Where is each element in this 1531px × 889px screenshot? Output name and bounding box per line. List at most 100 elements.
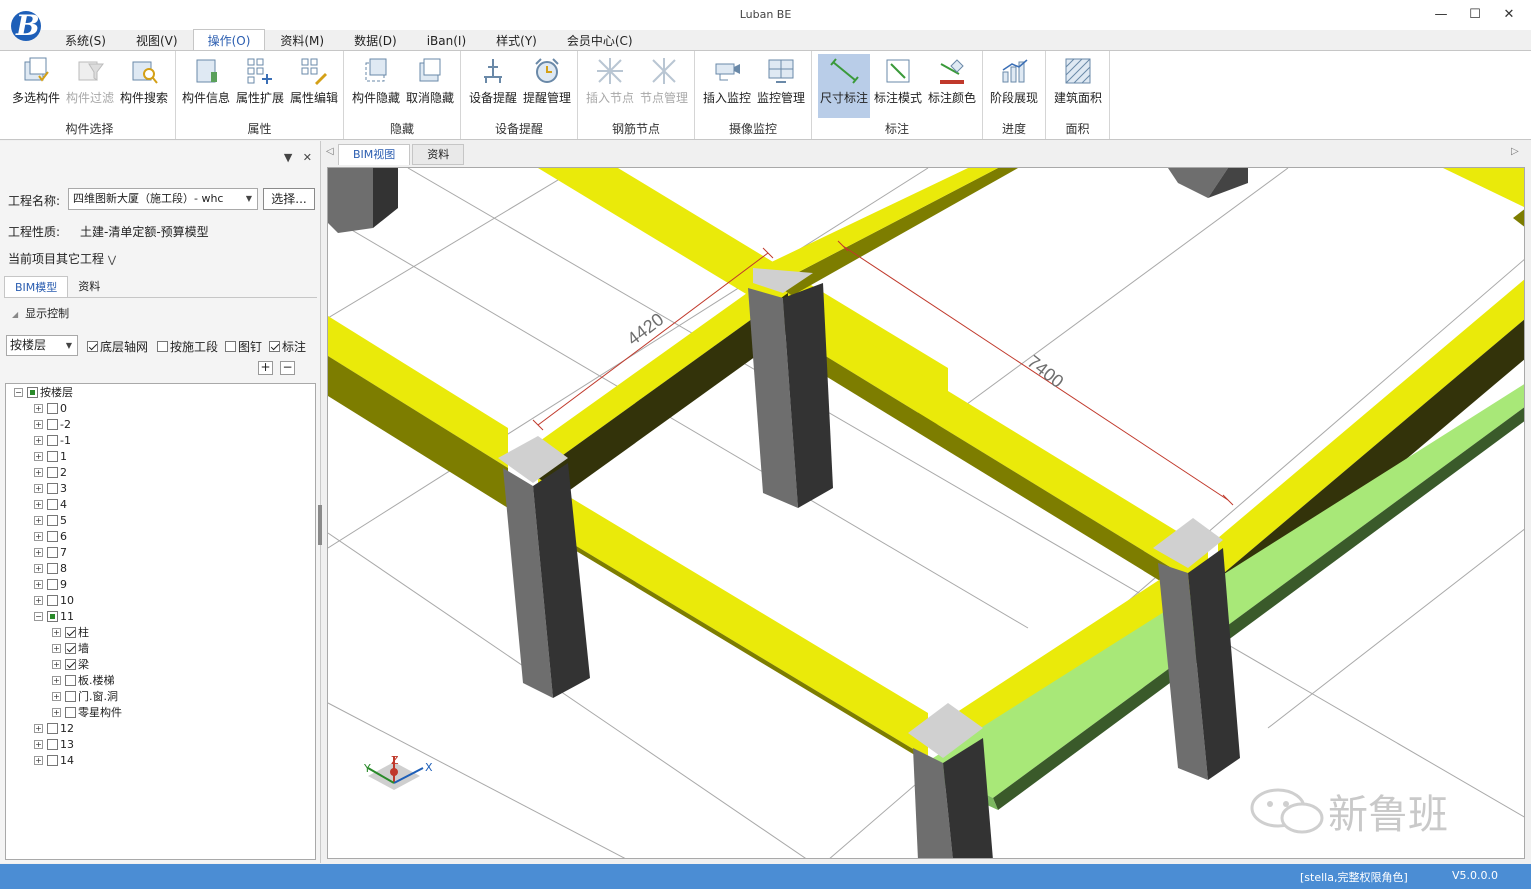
- expand-icon[interactable]: +: [34, 723, 43, 733]
- tree-category[interactable]: + 板.楼梯: [52, 672, 115, 688]
- expand-icon[interactable]: +: [52, 659, 61, 669]
- floor-mode-combo[interactable]: 按楼层 ▼: [6, 335, 78, 356]
- tree-floor[interactable]: +9: [34, 576, 67, 592]
- checkbox-box[interactable]: [47, 546, 58, 558]
- bim-3d-viewport[interactable]: 4420 7400 Z X Y: [327, 167, 1525, 859]
- dimension-color-button[interactable]: 标注颜色: [926, 54, 978, 118]
- tab-scroll-left-icon[interactable]: ◁: [326, 146, 334, 157]
- project-combo[interactable]: 四维图新大厦（施工段）- whc ▼: [68, 188, 258, 210]
- dimension-mode-button[interactable]: 标注模式: [872, 54, 924, 118]
- checkbox-box[interactable]: [65, 674, 76, 686]
- hide-component-button[interactable]: 构件隐藏: [350, 54, 402, 118]
- checkbox-box[interactable]: [47, 514, 58, 526]
- tree-floor[interactable]: +2: [34, 464, 67, 480]
- expand-icon[interactable]: +: [34, 419, 43, 429]
- remind-manage-button[interactable]: 提醒管理: [521, 54, 573, 118]
- component-info-button[interactable]: 构件信息: [180, 54, 232, 118]
- expand-icon[interactable]: +: [34, 451, 43, 461]
- menu-data[interactable]: 数据(D): [339, 29, 412, 51]
- filter-button[interactable]: 构件过滤: [64, 54, 116, 118]
- other-projects-toggle[interactable]: 当前项目其它工程 ⋁: [8, 250, 116, 267]
- tree-floor[interactable]: +7: [34, 544, 67, 560]
- checkbox-box[interactable]: [47, 530, 58, 542]
- tree-floor[interactable]: + -1: [34, 432, 71, 448]
- expand-icon[interactable]: +: [34, 403, 43, 413]
- checkbox-box[interactable]: [65, 642, 76, 654]
- attr-extend-button[interactable]: 属性扩展: [234, 54, 286, 118]
- expand-icon[interactable]: +: [52, 707, 61, 717]
- attr-edit-button[interactable]: 属性编辑: [288, 54, 340, 118]
- tab-material[interactable]: 资料: [68, 276, 110, 298]
- tree-category[interactable]: + 墙: [52, 640, 89, 656]
- expand-icon[interactable]: +: [34, 755, 43, 765]
- panel-dropdown-icon[interactable]: ▼: [284, 151, 292, 164]
- section-checkbox[interactable]: 按施工段: [157, 338, 218, 355]
- checkbox-box[interactable]: [47, 562, 58, 574]
- node-manage-button[interactable]: 节点管理: [638, 54, 690, 118]
- expand-icon[interactable]: +: [34, 563, 43, 573]
- expand-icon[interactable]: +: [34, 739, 43, 749]
- select-project-button[interactable]: 选择...: [263, 188, 315, 210]
- collapse-icon[interactable]: −: [34, 611, 43, 621]
- expand-icon[interactable]: +: [34, 579, 43, 589]
- insert-node-button[interactable]: 插入节点: [584, 54, 636, 118]
- tree-category[interactable]: + 柱: [52, 624, 89, 640]
- menu-member-center[interactable]: 会员中心(C): [552, 29, 648, 51]
- tree-category[interactable]: + 门.窗.洞: [52, 688, 118, 704]
- expand-icon[interactable]: +: [52, 627, 61, 637]
- collapse-all-button[interactable]: −: [280, 361, 295, 375]
- checkbox-box[interactable]: [65, 626, 76, 638]
- tree-category[interactable]: + 梁: [52, 656, 89, 672]
- menu-style[interactable]: 样式(Y): [481, 29, 552, 51]
- expand-all-button[interactable]: +: [258, 361, 273, 375]
- checkbox-box[interactable]: [47, 450, 58, 462]
- expand-icon[interactable]: +: [52, 691, 61, 701]
- expand-icon[interactable]: +: [34, 483, 43, 493]
- checkbox-box[interactable]: [27, 386, 38, 398]
- device-remind-button[interactable]: 设备提醒: [467, 54, 519, 118]
- tab-scroll-right-icon[interactable]: ▷: [1511, 146, 1519, 157]
- checkbox-box[interactable]: [47, 754, 58, 766]
- tree-floor[interactable]: +8: [34, 560, 67, 576]
- unhide-button[interactable]: 取消隐藏: [404, 54, 456, 118]
- expand-icon[interactable]: +: [34, 531, 43, 541]
- tab-bim-view[interactable]: BIM视图: [338, 144, 411, 165]
- checkbox-box[interactable]: [47, 498, 58, 510]
- expand-icon[interactable]: +: [34, 467, 43, 477]
- checkbox-box[interactable]: [47, 402, 58, 414]
- menu-operate[interactable]: 操作(O): [192, 29, 266, 51]
- checkbox-box[interactable]: [47, 594, 58, 606]
- checkbox-box[interactable]: [47, 418, 58, 430]
- expand-icon[interactable]: +: [34, 515, 43, 525]
- display-control-header[interactable]: ◢ 显示控制: [12, 305, 69, 321]
- tree-floor[interactable]: +0: [34, 400, 67, 416]
- tree-floor[interactable]: +13: [34, 736, 74, 752]
- minimize-button[interactable]: —: [1426, 4, 1456, 26]
- expand-icon[interactable]: +: [52, 643, 61, 653]
- menu-system[interactable]: 系统(S): [50, 29, 121, 51]
- checkbox-box[interactable]: [47, 738, 58, 750]
- tree-floor[interactable]: +1: [34, 448, 67, 464]
- mark-checkbox[interactable]: 标注: [269, 338, 306, 355]
- close-window-button[interactable]: ✕: [1494, 4, 1524, 26]
- tree-category[interactable]: + 零星构件: [52, 704, 122, 720]
- multi-select-button[interactable]: 多选构件: [10, 54, 62, 118]
- tree-floor[interactable]: +5: [34, 512, 67, 528]
- checkbox-box[interactable]: [65, 658, 76, 670]
- dimension-mark-button[interactable]: 尺寸标注: [818, 54, 870, 118]
- stage-show-button[interactable]: 阶段展现: [988, 54, 1040, 118]
- menu-data-material[interactable]: 资料(M): [265, 29, 339, 51]
- monitor-manage-button[interactable]: 监控管理: [755, 54, 807, 118]
- checkbox-box[interactable]: [47, 482, 58, 494]
- checkbox-box[interactable]: [47, 722, 58, 734]
- tree-floor[interactable]: − 11: [34, 608, 74, 624]
- expand-icon[interactable]: +: [34, 595, 43, 605]
- collapse-icon[interactable]: −: [14, 387, 23, 397]
- checkbox-box[interactable]: [47, 578, 58, 590]
- expand-icon[interactable]: +: [34, 547, 43, 557]
- tree-root[interactable]: − 按楼层: [14, 384, 73, 400]
- checkbox-box[interactable]: [65, 706, 76, 718]
- panel-splitter[interactable]: [318, 505, 322, 545]
- checkbox-box[interactable]: [47, 466, 58, 478]
- panel-close-icon[interactable]: ✕: [303, 151, 312, 164]
